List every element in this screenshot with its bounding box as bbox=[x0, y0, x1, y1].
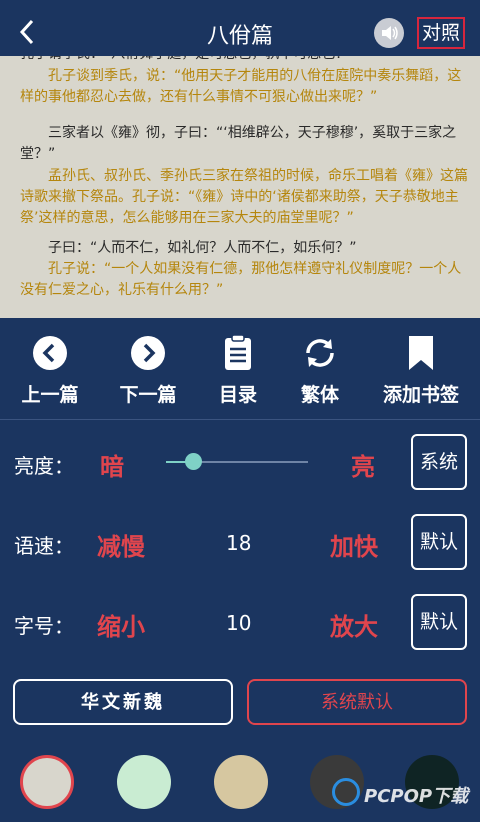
fontsize-label: 字号： bbox=[14, 614, 74, 638]
chevron-left-circle-icon bbox=[33, 336, 67, 370]
speed-value: 18 bbox=[226, 531, 252, 555]
speed-default-button[interactable]: 默认 bbox=[411, 514, 467, 570]
top-bar: 八佾篇 对照 bbox=[0, 0, 480, 62]
font-system-default-button[interactable]: 系统默认 bbox=[247, 679, 467, 725]
font-huawen-button[interactable]: 华文新魏 bbox=[13, 679, 233, 725]
brightness-dark-label: 暗 bbox=[100, 453, 124, 481]
speed-slower-button[interactable]: 减慢 bbox=[97, 527, 145, 562]
add-bookmark-button[interactable]: 添加书签 bbox=[372, 334, 470, 420]
fontsize-value: 10 bbox=[226, 611, 252, 635]
bookmark-icon bbox=[409, 336, 433, 370]
prev-chapter-button[interactable]: 上一篇 bbox=[2, 334, 98, 420]
page-title: 八佾篇 bbox=[206, 24, 273, 49]
brightness-bright-label: 亮 bbox=[351, 453, 375, 481]
bg-color-swatch[interactable] bbox=[20, 755, 74, 809]
next-chapter-label: 下一篇 bbox=[119, 384, 177, 406]
reader-text-area[interactable]: 孔子谓季氏：“八佾舞于庭，是可忍也，孰不可忍也？” 孔子谈到季氏，说：“他用天子… bbox=[0, 56, 480, 318]
nav-bar: 上一篇 下一篇 目录 繁体 添加书签 bbox=[0, 318, 480, 420]
chevron-right-circle-icon bbox=[131, 336, 165, 370]
speaker-icon[interactable] bbox=[374, 18, 404, 48]
watermark-text: PCPOP下载 bbox=[364, 786, 469, 807]
refresh-icon bbox=[306, 339, 334, 367]
original-text: 三家者以《雍》彻，子曰：“‘相维辟公，天子穆穆’，奚取于三家之堂？” bbox=[20, 125, 457, 162]
traditional-button[interactable]: 繁体 bbox=[272, 334, 368, 420]
translation-text: 孔子谈到季氏，说：“他用天子才能用的八佾在庭院中奏乐舞蹈，这样的事他都忍心去做，… bbox=[20, 68, 462, 105]
translation-text: 孟孙氏、叔孙氏、季孙氏三家在祭祖的时候，命乐工唱着《雍》这篇诗歌来撤下祭品。孔子… bbox=[20, 168, 468, 226]
fontsize-default-button[interactable]: 默认 bbox=[411, 594, 467, 650]
next-chapter-button[interactable]: 下一篇 bbox=[100, 334, 196, 420]
compare-button[interactable]: 对照 bbox=[417, 17, 465, 49]
fontsize-smaller-button[interactable]: 缩小 bbox=[97, 607, 145, 642]
prev-chapter-label: 上一篇 bbox=[21, 384, 79, 406]
brightness-slider-thumb[interactable] bbox=[184, 453, 202, 470]
original-text: 子曰：“人而不仁，如礼何？人而不仁，如乐何？” bbox=[48, 240, 357, 256]
traditional-label: 繁体 bbox=[300, 384, 339, 406]
brightness-label: 亮度： bbox=[14, 454, 74, 478]
translation-text: 孔子说：“一个人如果没有仁德，那他怎样遵守礼仪制度呢？一个人没有仁爱之心，礼乐有… bbox=[20, 261, 462, 298]
speed-faster-button[interactable]: 加快 bbox=[330, 527, 378, 562]
list-document-icon bbox=[225, 334, 251, 370]
speed-label: 语速： bbox=[14, 534, 74, 558]
bg-color-swatch[interactable] bbox=[214, 755, 268, 809]
original-text: 孔子谓季氏：“八佾舞于庭，是可忍也，孰不可忍也？” bbox=[20, 56, 470, 65]
watermark-logo-icon bbox=[332, 778, 360, 806]
add-bookmark-label: 添加书签 bbox=[382, 384, 459, 406]
fontsize-larger-button[interactable]: 放大 bbox=[330, 607, 378, 642]
brightness-system-button[interactable]: 系统 bbox=[411, 434, 467, 490]
bg-color-swatch[interactable] bbox=[117, 755, 171, 809]
